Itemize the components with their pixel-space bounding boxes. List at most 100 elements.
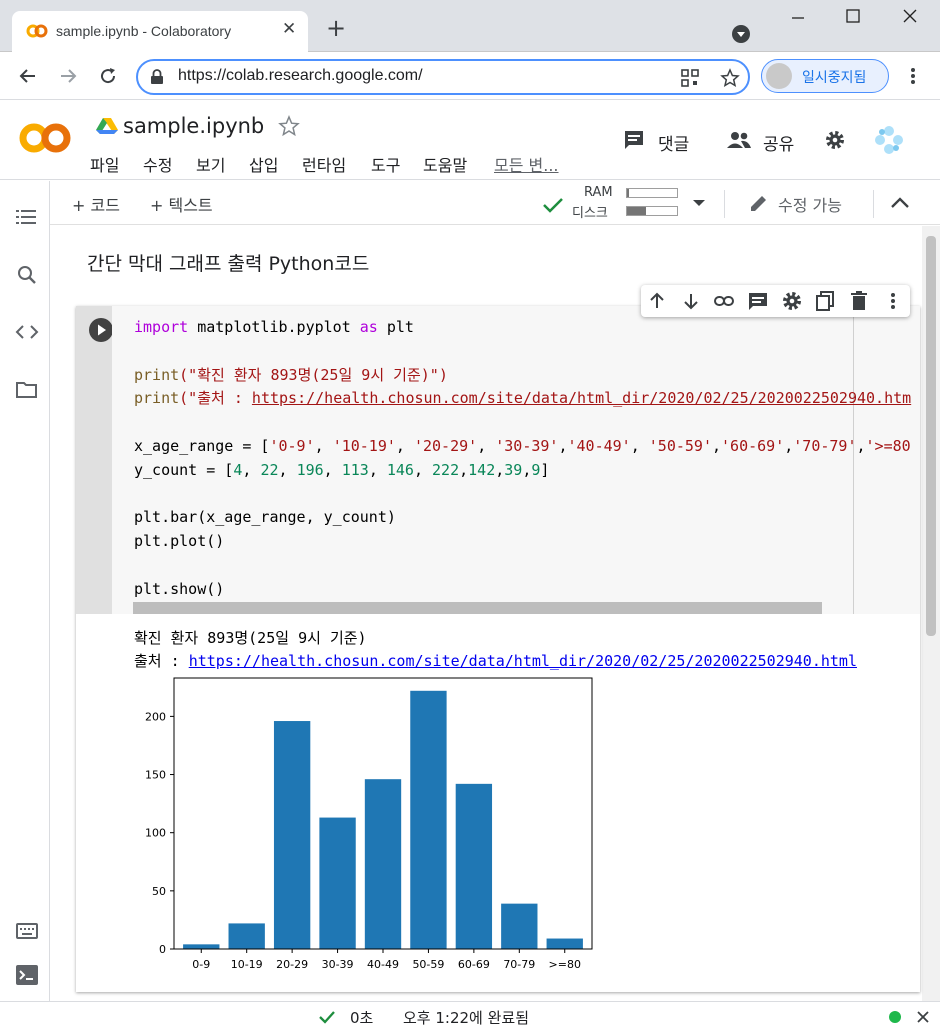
code-token: '70-79' <box>793 436 857 455</box>
code-token: ("출처 : <box>179 389 252 408</box>
code-line: print("출처 : https://health.chosun.com/si… <box>134 387 911 411</box>
close-status-icon[interactable] <box>916 1010 930 1024</box>
terminal-icon[interactable] <box>16 965 38 985</box>
notebook-scrollbar[interactable] <box>922 226 940 1001</box>
more-actions-icon[interactable] <box>882 290 904 312</box>
profile-button[interactable]: 일시중지됨 <box>761 59 889 93</box>
code-token: ("확진 환자 893명(25일 9시 기준)") <box>179 365 448 384</box>
menu-item[interactable]: 모든 변... <box>494 152 559 176</box>
mirror-cell-icon[interactable] <box>814 290 836 312</box>
x-tick-label: 10-19 <box>231 958 263 971</box>
user-avatar-icon[interactable] <box>866 119 912 161</box>
back-arrow-icon[interactable] <box>18 66 38 86</box>
comment-icon[interactable] <box>623 129 645 151</box>
x-tick-label: 30-39 <box>322 958 354 971</box>
text-cell[interactable]: 간단 막대 그래프 출력 Python코드 <box>87 249 369 276</box>
menu-item[interactable]: 보기 <box>196 152 225 176</box>
address-bar[interactable]: https://colab.research.google.com/ <box>136 59 750 95</box>
cell-gutter <box>76 306 112 614</box>
window-maximize-button[interactable] <box>833 8 873 32</box>
url-text[interactable]: https://colab.research.google.com/ <box>178 67 423 85</box>
share-people-icon[interactable] <box>726 130 752 150</box>
menu-item[interactable]: 런타임 <box>302 152 346 176</box>
ram-usage-bar[interactable] <box>626 188 678 198</box>
code-token: , <box>314 436 333 455</box>
edit-mode-button[interactable]: 수정 가능 <box>778 192 842 216</box>
bookmark-star-icon[interactable] <box>720 68 740 88</box>
toolbar-divider <box>724 190 725 218</box>
table-of-contents-icon[interactable] <box>16 208 38 226</box>
code-token: 113 <box>341 460 369 479</box>
search-icon[interactable] <box>17 265 37 285</box>
profile-status-label: 일시중지됨 <box>802 70 867 86</box>
status-check-icon <box>319 1011 335 1024</box>
toolbar-divider <box>873 190 874 218</box>
code-snippets-icon[interactable] <box>15 323 39 341</box>
chart-bar <box>546 938 583 949</box>
code-token: plt.plot() <box>134 532 225 551</box>
qr-code-icon[interactable] <box>680 68 700 88</box>
menu-item[interactable]: 파일 <box>90 152 119 176</box>
minimize-icon <box>792 17 804 19</box>
link-icon[interactable] <box>713 290 735 312</box>
lock-icon <box>151 69 163 84</box>
ram-usage-fill <box>627 189 629 197</box>
code-lines[interactable]: import matplotlib.pyplot as plt print("확진… <box>134 316 911 602</box>
delete-cell-icon[interactable] <box>848 290 870 312</box>
command-palette-icon[interactable] <box>16 922 38 940</box>
code-token: , <box>495 460 505 479</box>
disk-usage-bar[interactable] <box>626 206 678 216</box>
files-folder-icon[interactable] <box>16 381 38 399</box>
code-token: https://health.chosun.com/site/data/html… <box>251 389 912 408</box>
cell-settings-icon[interactable] <box>781 290 803 312</box>
code-horizontal-scrollbar[interactable] <box>133 602 822 614</box>
code-token: y_count = [ <box>134 460 234 479</box>
ram-label: RAM <box>584 185 613 200</box>
media-control-icon[interactable] <box>731 24 751 44</box>
cell-comment-icon[interactable] <box>747 290 769 312</box>
menu-item[interactable]: 삽입 <box>249 152 278 176</box>
tab-close-icon[interactable]: ✕ <box>282 19 296 39</box>
code-line: x_age_range = ['0-9', '10-19', '20-29', … <box>134 435 911 459</box>
forward-arrow-icon[interactable] <box>58 66 78 86</box>
comment-button[interactable]: 댓글 <box>658 130 689 155</box>
code-token: '0-9' <box>269 436 315 455</box>
scrollbar-thumb[interactable] <box>926 236 936 636</box>
new-tab-button[interactable]: + <box>326 16 346 40</box>
code-token: ] <box>540 460 550 479</box>
window-close-button[interactable] <box>890 8 930 32</box>
move-cell-down-icon[interactable] <box>680 290 702 312</box>
chart-bar <box>501 903 538 949</box>
colab-logo[interactable] <box>18 118 72 158</box>
code-token: , <box>477 436 496 455</box>
share-button[interactable]: 공유 <box>763 130 794 155</box>
runtime-dropdown-icon[interactable] <box>692 198 706 208</box>
code-token: '40-49' <box>567 436 631 455</box>
browser-menu-icon[interactable] <box>903 66 923 86</box>
code-line: plt.show() <box>134 578 911 602</box>
avatar <box>766 63 792 89</box>
run-cell-icon[interactable] <box>88 317 114 343</box>
code-line: y_count = [4, 22, 196, 113, 146, 222,142… <box>134 459 911 483</box>
notebook-title[interactable]: sample.ipynb <box>123 114 264 138</box>
x-tick-label: >=80 <box>549 958 581 971</box>
window-minimize-button[interactable] <box>778 8 818 32</box>
move-cell-up-icon[interactable] <box>646 290 668 312</box>
add-text-button[interactable]: + 텍스트 <box>150 192 213 216</box>
code-token: '20-29' <box>413 436 478 455</box>
output-source-link[interactable]: https://health.chosun.com/site/data/html… <box>189 652 857 670</box>
settings-gear-icon[interactable] <box>824 129 846 151</box>
menu-item[interactable]: 도움말 <box>423 152 467 176</box>
code-line: import matplotlib.pyplot as plt <box>134 316 911 340</box>
menu-item[interactable]: 도구 <box>371 152 400 176</box>
reload-icon[interactable] <box>98 66 118 86</box>
browser-tab[interactable]: sample.ipynb - Colaboratory ✕ <box>12 11 308 53</box>
output-source-line: 출처 : https://health.chosun.com/site/data… <box>134 650 857 671</box>
menu-item[interactable]: 수정 <box>143 152 172 176</box>
star-icon[interactable] <box>278 115 300 137</box>
collapse-header-icon[interactable] <box>890 195 910 209</box>
code-line: print("확진 환자 893명(25일 9시 기준)") <box>134 364 911 388</box>
add-code-button[interactable]: + 코드 <box>72 192 120 216</box>
